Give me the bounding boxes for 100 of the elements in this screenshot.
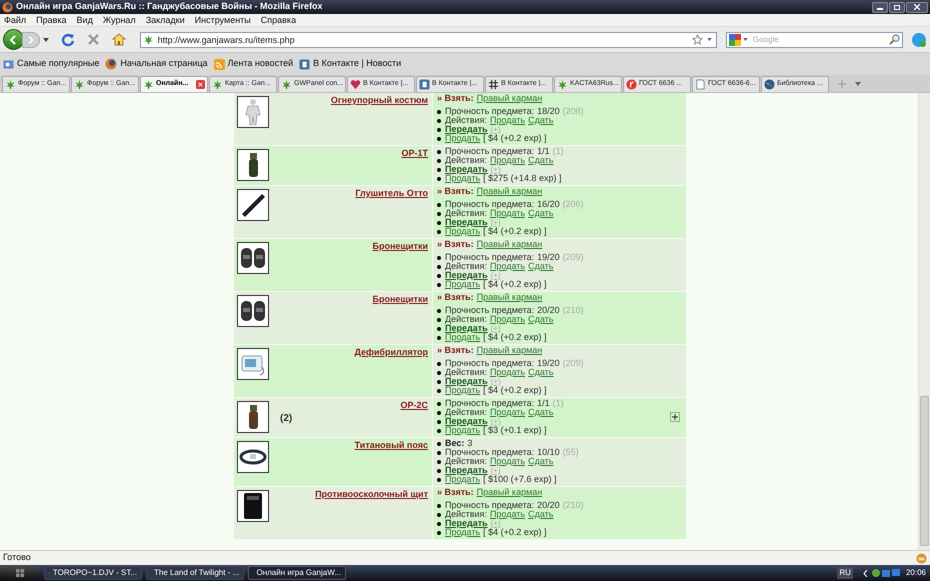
transfer-link[interactable]: Передать: [445, 519, 488, 528]
taskbar-button[interactable]: TOROPO~1.DJV - ST...: [44, 566, 142, 580]
action-link[interactable]: Продать: [490, 408, 526, 417]
dropdown-icon[interactable]: [706, 38, 712, 41]
search-field[interactable]: Google: [752, 32, 888, 46]
menu-item[interactable]: Закладки: [146, 16, 185, 24]
bookmark-item[interactable]: Лента новостей: [214, 57, 294, 71]
pocket-link[interactable]: Правый карман: [476, 187, 542, 196]
sell-link[interactable]: Продать: [445, 134, 480, 143]
pocket-link[interactable]: Правый карман: [476, 346, 542, 355]
start-button[interactable]: [0, 566, 40, 580]
action-link[interactable]: Сдать: [528, 368, 554, 377]
maximize-button[interactable]: [889, 2, 905, 12]
item-name[interactable]: Бронещитки: [372, 293, 428, 306]
tray-icons-drawing[interactable]: [872, 568, 902, 578]
sell-link[interactable]: Продать: [445, 386, 480, 395]
taskbar-button[interactable]: Онлайн игра GanjaW...: [248, 566, 346, 580]
close-button[interactable]: [906, 2, 928, 12]
sell-link[interactable]: Продать: [445, 426, 480, 435]
action-link[interactable]: Сдать: [528, 457, 554, 466]
tray-expand-icon[interactable]: [862, 570, 868, 576]
menu-item[interactable]: Инструменты: [194, 16, 251, 24]
item-name[interactable]: Дефибриллятор: [354, 346, 428, 360]
home-icon[interactable]: [112, 33, 126, 46]
durability-value: 19/20: [537, 359, 560, 368]
reload-icon[interactable]: [60, 32, 75, 46]
transfer-link[interactable]: Передать: [445, 165, 488, 174]
action-link[interactable]: Сдать: [528, 156, 554, 165]
action-link[interactable]: Продать: [490, 368, 526, 377]
scrollbar[interactable]: [918, 93, 930, 550]
transfer-link[interactable]: Передать: [445, 377, 488, 386]
action-link[interactable]: Продать: [490, 262, 526, 271]
sell-link[interactable]: Продать: [445, 333, 480, 342]
action-link[interactable]: Сдать: [528, 408, 554, 417]
action-link[interactable]: Продать: [490, 510, 526, 519]
item-name[interactable]: Бронещитки: [372, 240, 428, 254]
address-field[interactable]: http://www.ganjawars.ru/items.php: [158, 32, 688, 46]
tab-list-icon[interactable]: [855, 82, 861, 86]
pocket-link[interactable]: Правый карман: [476, 293, 542, 302]
address-bar[interactable]: http://www.ganjawars.ru/items.php: [140, 32, 717, 48]
expand-icon[interactable]: [670, 412, 680, 422]
bookmark-star-icon[interactable]: [692, 34, 703, 45]
bookmark-item[interactable]: В Контакте | Новости: [299, 57, 402, 71]
item-name[interactable]: Глушитель Отто: [355, 187, 428, 200]
menu-item[interactable]: Правка: [36, 16, 67, 24]
transfer-link[interactable]: Передать: [445, 417, 488, 426]
dropdown-icon[interactable]: [742, 38, 748, 41]
pocket-link[interactable]: Правый карман: [476, 240, 542, 249]
item-name[interactable]: Огнеупорный костюм: [330, 94, 428, 108]
language-indicator[interactable]: RU: [837, 567, 853, 579]
action-link[interactable]: Сдать: [528, 209, 554, 218]
action-link[interactable]: Продать: [490, 156, 526, 165]
transfer-link[interactable]: Передать: [445, 466, 488, 475]
action-link[interactable]: Сдать: [528, 262, 554, 271]
action-link[interactable]: Продать: [490, 315, 526, 324]
action-link[interactable]: Сдать: [528, 315, 554, 324]
menu-item[interactable]: Справка: [260, 16, 296, 24]
sell-price: [ $4 (+0.2 exp) ]: [483, 280, 546, 289]
item-name[interactable]: Титановый пояс: [354, 439, 428, 452]
search-icon[interactable]: [889, 34, 900, 45]
item-name[interactable]: ОР-1Т: [401, 147, 428, 160]
heart-icon: [350, 79, 361, 90]
action-link[interactable]: Продать: [490, 457, 526, 466]
scrollbar-thumb[interactable]: [920, 396, 929, 546]
search-engine-icon[interactable]: [728, 34, 741, 46]
search-bar[interactable]: Google: [726, 32, 904, 48]
transfer-link[interactable]: Передать: [445, 125, 488, 134]
sell-link[interactable]: Продать: [445, 280, 480, 289]
action-link[interactable]: Сдать: [528, 510, 554, 519]
menu-item[interactable]: Журнал: [102, 16, 136, 24]
menu-item[interactable]: Файл: [4, 16, 26, 24]
take-label: » Взять:: [437, 293, 474, 302]
knee-pads-icon: [237, 295, 269, 327]
pocket-link[interactable]: Правый карман: [476, 94, 542, 103]
taskbar-button[interactable]: The Land of Twilight - ...: [146, 566, 244, 580]
pocket-link[interactable]: Правый карман: [476, 488, 542, 497]
sell-link[interactable]: Продать: [445, 174, 480, 183]
sell-link[interactable]: Продать: [445, 528, 480, 537]
bookmark-item[interactable]: Начальная страница: [105, 57, 208, 71]
sell-link[interactable]: Продать: [445, 227, 480, 236]
sell-price: [ $275 (+14.8 exp) ]: [483, 174, 562, 183]
skype-icon[interactable]: [911, 32, 927, 48]
item-name[interactable]: Противоосколочный щит: [315, 488, 428, 502]
history-dropdown-icon[interactable]: [42, 38, 49, 42]
transfer-link[interactable]: Передать: [445, 324, 488, 333]
sell-link[interactable]: Продать: [445, 475, 480, 484]
item-name[interactable]: ОР-2С: [400, 399, 428, 412]
action-link[interactable]: Продать: [490, 209, 526, 218]
transfer-link[interactable]: Передать: [445, 218, 488, 227]
bullet-icon: [437, 308, 441, 312]
action-link[interactable]: Сдать: [528, 116, 554, 125]
minimize-button[interactable]: [872, 2, 888, 12]
tab-close-icon[interactable]: [196, 80, 205, 89]
bookmark-item[interactable]: Самые популярные: [3, 57, 100, 71]
menu-item[interactable]: Вид: [76, 16, 93, 24]
bullet-icon: [437, 504, 441, 508]
action-link[interactable]: Продать: [490, 116, 526, 125]
back-button[interactable]: [3, 29, 24, 50]
bullet-icon: [437, 468, 441, 472]
transfer-link[interactable]: Передать: [445, 271, 488, 280]
